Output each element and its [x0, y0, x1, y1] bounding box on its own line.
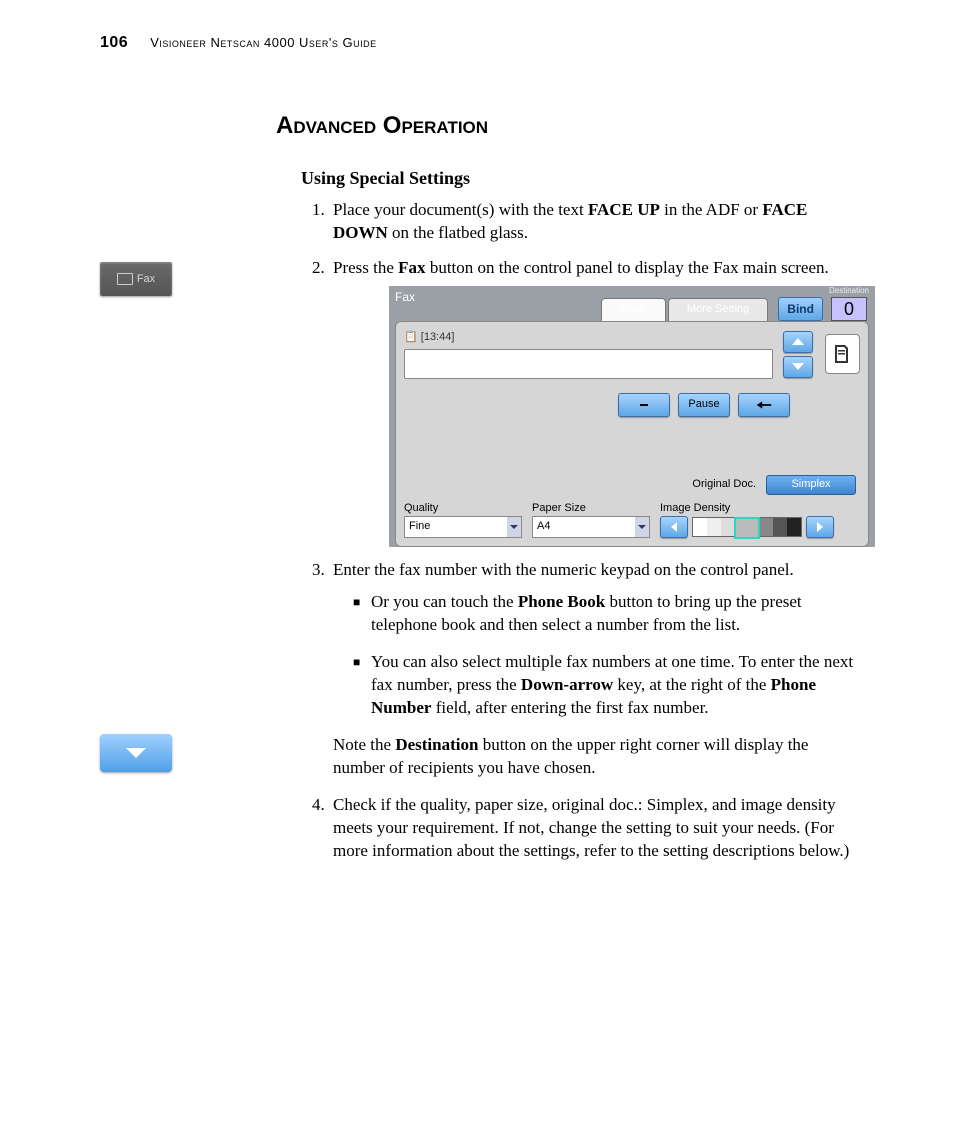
header-title: Visioneer Netscan 4000 User's Guide: [150, 35, 376, 50]
image-density-field: Image Density: [660, 501, 860, 538]
original-doc-label: Original Doc.: [692, 477, 756, 492]
chevron-right-icon: [817, 522, 823, 532]
phone-icon: [830, 342, 854, 366]
keypad-row: Pause: [404, 393, 790, 417]
fax-icon: [117, 273, 133, 285]
chevron-left-icon: [671, 522, 677, 532]
fax-title: Fax: [395, 289, 415, 305]
original-doc-row: Original Doc. Simplex: [404, 475, 856, 495]
bind-button[interactable]: Bind: [778, 297, 823, 321]
quality-field: Quality Fine: [404, 501, 522, 538]
destination-value: 0: [831, 297, 867, 321]
backspace-icon: [755, 400, 773, 410]
down-arrow-button-image: [100, 734, 172, 772]
dropdown-icon: [635, 517, 649, 537]
destination-label: Destination: [829, 286, 869, 297]
fax-button-label: Fax: [137, 273, 155, 285]
settings-row: Quality Fine Paper Size A4 Image Density: [404, 501, 860, 538]
paper-size-label: Paper Size: [532, 501, 650, 516]
down-arrow-icon: [126, 748, 146, 758]
number-row: 📋 [13:44]: [404, 330, 860, 379]
step-3-sublist: Or you can touch the Phone Book button t…: [333, 591, 854, 720]
phone-book-button[interactable]: [825, 334, 860, 374]
pause-button[interactable]: Pause: [678, 393, 730, 417]
step-3-bullet-1: Or you can touch the Phone Book button t…: [353, 591, 854, 637]
step-list: Place your document(s) with the text FAC…: [301, 199, 854, 863]
dropdown-icon: [507, 517, 521, 537]
step-3-bullet-2: You can also select multiple fax numbers…: [353, 651, 854, 720]
section-title: Advanced Operation: [276, 112, 854, 140]
chevron-down-icon: [792, 363, 804, 370]
step-3-note: Note the Destination button on the upper…: [333, 734, 854, 780]
step-1: Place your document(s) with the text FAC…: [329, 199, 854, 245]
phone-number-field[interactable]: [404, 349, 773, 379]
quality-label: Quality: [404, 501, 522, 516]
page-number: 106: [100, 34, 128, 52]
density-left-button[interactable]: [660, 516, 688, 538]
subsection-title: Using Special Settings: [301, 168, 854, 189]
time-display: 📋 [13:44]: [404, 330, 773, 345]
fax-hardware-button-image: Fax: [100, 262, 172, 296]
page-header: 106 Visioneer Netscan 4000 User's Guide: [100, 34, 854, 52]
fax-titlebar: Fax Basic More Setting Bind Destination …: [389, 286, 875, 321]
step-3: Enter the fax number with the numeric ke…: [329, 559, 854, 781]
simplex-button[interactable]: Simplex: [766, 475, 856, 495]
destination-box[interactable]: Destination 0: [829, 286, 869, 321]
paper-size-select[interactable]: A4: [532, 516, 650, 538]
backspace-button[interactable]: [738, 393, 790, 417]
fax-body: 📋 [13:44]: [395, 321, 869, 547]
step-4: Check if the quality, paper size, origin…: [329, 794, 854, 863]
down-arrow-button[interactable]: [783, 356, 813, 378]
up-arrow-button[interactable]: [783, 331, 813, 353]
tab-more-setting[interactable]: More Setting: [668, 298, 768, 321]
quality-select[interactable]: Fine: [404, 516, 522, 538]
dash-button[interactable]: [618, 393, 670, 417]
tab-basic[interactable]: Basic: [601, 298, 666, 321]
chevron-up-icon: [792, 338, 804, 345]
paper-size-field: Paper Size A4: [532, 501, 650, 538]
density-bar[interactable]: [692, 517, 802, 537]
fax-screen: Fax Basic More Setting Bind Destination …: [389, 286, 875, 547]
step-2: Press the Fax button on the control pane…: [329, 257, 854, 547]
density-right-button[interactable]: [806, 516, 834, 538]
image-density-label: Image Density: [660, 501, 860, 516]
